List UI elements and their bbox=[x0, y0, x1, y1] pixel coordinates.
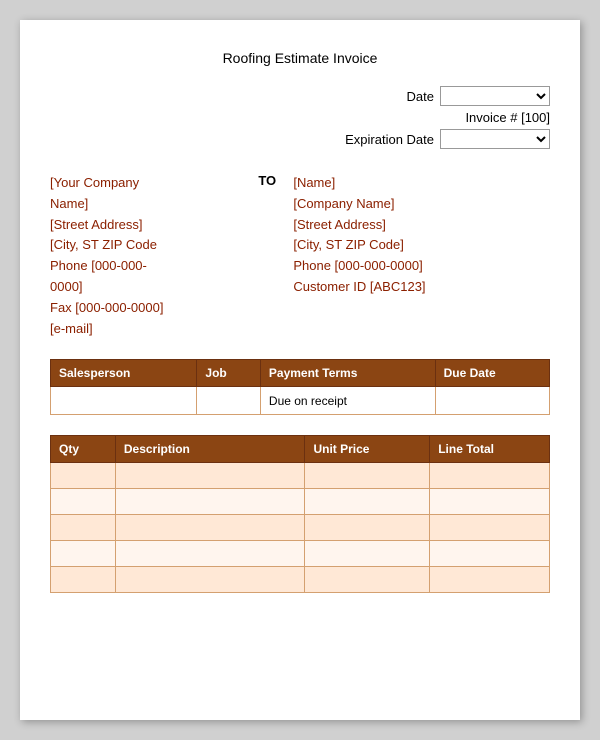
to-label: TO bbox=[258, 173, 283, 339]
table-row bbox=[51, 489, 550, 515]
col-line-total: Line Total bbox=[430, 436, 550, 463]
col-due-date: Due Date bbox=[435, 360, 549, 387]
expiration-label: Expiration Date bbox=[345, 132, 434, 147]
date-select[interactable] bbox=[440, 86, 550, 106]
from-line-7: Fax [000-000-0000] bbox=[50, 298, 258, 319]
cell-unit-price bbox=[305, 567, 430, 593]
cell-unit-price bbox=[305, 515, 430, 541]
to-line-3: [Street Address] bbox=[293, 215, 550, 236]
col-description: Description bbox=[115, 436, 305, 463]
table-row bbox=[51, 567, 550, 593]
to-line-1: [Name] bbox=[293, 173, 550, 194]
table-row bbox=[51, 515, 550, 541]
items-table: Qty Description Unit Price Line Total bbox=[50, 435, 550, 593]
from-line-3: [Street Address] bbox=[50, 215, 258, 236]
cell-qty bbox=[51, 515, 116, 541]
cell-line-total bbox=[430, 489, 550, 515]
invoice-number: Invoice # [100] bbox=[465, 110, 550, 125]
expiration-select[interactable] bbox=[440, 129, 550, 149]
cell-qty bbox=[51, 541, 116, 567]
header-section: Date Invoice # [100] Expiration Date bbox=[50, 86, 550, 153]
cell-description bbox=[115, 489, 305, 515]
col-unit-price: Unit Price bbox=[305, 436, 430, 463]
cell-description bbox=[115, 567, 305, 593]
table-row bbox=[51, 541, 550, 567]
expiration-row: Expiration Date bbox=[345, 129, 550, 149]
cell-salesperson bbox=[51, 387, 197, 415]
cell-qty bbox=[51, 489, 116, 515]
cell-description bbox=[115, 541, 305, 567]
sales-table: Salesperson Job Payment Terms Due Date D… bbox=[50, 359, 550, 415]
cell-line-total bbox=[430, 463, 550, 489]
to-line-6: Customer ID [ABC123] bbox=[293, 277, 550, 298]
to-address: [Name] [Company Name] [Street Address] [… bbox=[293, 173, 550, 339]
cell-unit-price bbox=[305, 541, 430, 567]
cell-job bbox=[197, 387, 261, 415]
col-qty: Qty bbox=[51, 436, 116, 463]
page-title: Roofing Estimate Invoice bbox=[50, 50, 550, 66]
col-job: Job bbox=[197, 360, 261, 387]
to-line-4: [City, ST ZIP Code] bbox=[293, 235, 550, 256]
from-line-5: Phone [000-000- bbox=[50, 256, 258, 277]
date-row: Date bbox=[407, 86, 550, 106]
from-address: [Your Company Name] [Street Address] [Ci… bbox=[50, 173, 258, 339]
cell-unit-price bbox=[305, 489, 430, 515]
col-payment-terms: Payment Terms bbox=[260, 360, 435, 387]
from-line-8: [e-mail] bbox=[50, 319, 258, 340]
cell-description bbox=[115, 463, 305, 489]
cell-line-total bbox=[430, 567, 550, 593]
cell-line-total bbox=[430, 515, 550, 541]
to-section: TO [Name] [Company Name] [Street Address… bbox=[258, 173, 550, 339]
from-line-1: [Your Company bbox=[50, 173, 258, 194]
invoice-page: Roofing Estimate Invoice Date Invoice # … bbox=[20, 20, 580, 720]
to-line-5: Phone [000-000-0000] bbox=[293, 256, 550, 277]
address-section: [Your Company Name] [Street Address] [Ci… bbox=[50, 173, 550, 339]
date-label: Date bbox=[407, 89, 434, 104]
from-line-2: Name] bbox=[50, 194, 258, 215]
cell-due-date bbox=[435, 387, 549, 415]
cell-payment-terms: Due on receipt bbox=[260, 387, 435, 415]
col-salesperson: Salesperson bbox=[51, 360, 197, 387]
cell-qty bbox=[51, 463, 116, 489]
cell-unit-price bbox=[305, 463, 430, 489]
table-row bbox=[51, 463, 550, 489]
to-line-2: [Company Name] bbox=[293, 194, 550, 215]
cell-line-total bbox=[430, 541, 550, 567]
invoice-num-row: Invoice # [100] bbox=[465, 110, 550, 125]
from-line-6: 0000] bbox=[50, 277, 258, 298]
from-line-4: [City, ST ZIP Code bbox=[50, 235, 258, 256]
sales-row: Due on receipt bbox=[51, 387, 550, 415]
cell-description bbox=[115, 515, 305, 541]
cell-qty bbox=[51, 567, 116, 593]
